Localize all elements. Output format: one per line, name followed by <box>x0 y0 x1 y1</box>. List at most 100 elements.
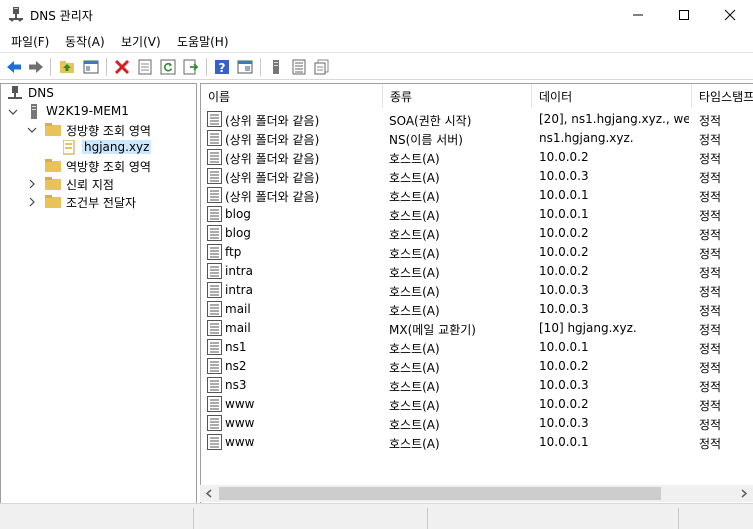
record-row[interactable]: (상위 폴더와 같음) NS(이름 서버) ns1.hgjang.xyz. 정적 <box>201 129 753 148</box>
server-icon <box>273 60 279 74</box>
record-timestamp: 정적 <box>699 247 722 261</box>
zone-list-button[interactable] <box>289 57 309 77</box>
scroll-right-icon[interactable] <box>740 489 748 498</box>
record-data: 10.0.0.2 <box>539 245 589 259</box>
record-type: 호스트(A) <box>389 361 440 375</box>
window-title: DNS 관리자 <box>30 9 93 23</box>
record-timestamp: 정적 <box>699 171 722 185</box>
record-timestamp: 정적 <box>699 399 722 413</box>
folder-icon <box>45 123 61 136</box>
toolbar-separator <box>260 58 261 76</box>
record-data: 10.0.0.1 <box>539 207 589 221</box>
folder-icon <box>45 159 61 172</box>
record-data: 10.0.0.1 <box>539 188 589 202</box>
menu-file[interactable]: 파일(F) <box>11 33 49 50</box>
record-data: 10.0.0.1 <box>539 435 589 449</box>
record-row[interactable]: www 호스트(A) 10.0.0.2 정적 <box>201 395 753 414</box>
tree-item-label: 정방향 조회 영역 <box>66 124 151 138</box>
record-data: [10] hgjang.xyz. <box>539 321 637 335</box>
record-data: 10.0.0.1 <box>539 340 589 354</box>
record-row[interactable]: www 호스트(A) 10.0.0.1 정적 <box>201 433 753 452</box>
record-row[interactable]: ns1 호스트(A) 10.0.0.1 정적 <box>201 338 753 357</box>
dns-record-icon <box>207 358 222 374</box>
record-row[interactable]: mail 호스트(A) 10.0.0.3 정적 <box>201 300 753 319</box>
record-timestamp: 정적 <box>699 228 722 242</box>
record-timestamp: 정적 <box>699 190 722 204</box>
help-button[interactable]: ? <box>212 57 232 77</box>
maximize-button[interactable] <box>661 0 707 30</box>
minimize-button[interactable] <box>615 0 661 30</box>
up-button[interactable] <box>57 57 77 77</box>
toolbar-separator <box>50 58 51 76</box>
horizontal-scrollbar[interactable] <box>200 485 753 502</box>
dns-record-icon <box>207 282 222 298</box>
delete-button[interactable] <box>112 57 132 77</box>
export-list-button[interactable] <box>181 57 201 77</box>
close-button[interactable] <box>707 0 753 30</box>
record-row[interactable]: intra 호스트(A) 10.0.0.3 정적 <box>201 281 753 300</box>
tree-item-conditional-forwarders[interactable]: 조건부 전달자 <box>6 193 196 211</box>
forward-button[interactable] <box>26 57 46 77</box>
tree-item-server[interactable]: W2K19-MEM1 <box>6 103 196 121</box>
menu-action[interactable]: 동작(A) <box>65 33 105 50</box>
record-row[interactable]: ns2 호스트(A) 10.0.0.2 정적 <box>201 357 753 376</box>
menu-help[interactable]: 도움말(H) <box>177 33 229 50</box>
tree-item-trust-points[interactable]: 신뢰 지점 <box>6 175 196 193</box>
record-type: 호스트(A) <box>389 247 440 261</box>
record-timestamp: 정적 <box>699 380 722 394</box>
chevron-down-icon[interactable] <box>8 107 18 117</box>
dns-record-icon <box>207 206 222 222</box>
record-type: 호스트(A) <box>389 380 440 394</box>
column-header-timestamp[interactable]: 타임스탬프 <box>692 84 753 108</box>
record-row[interactable]: blog 호스트(A) 10.0.0.2 정적 <box>201 224 753 243</box>
scrollbar-thumb[interactable] <box>219 487 661 500</box>
show-hide-tree-button[interactable] <box>81 57 101 77</box>
record-timestamp: 정적 <box>699 285 722 299</box>
record-row[interactable]: ns3 호스트(A) 10.0.0.3 정적 <box>201 376 753 395</box>
record-type: NS(이름 서버) <box>389 133 463 147</box>
chevron-right-icon[interactable] <box>27 197 37 207</box>
refresh-button[interactable] <box>158 57 178 77</box>
record-button[interactable] <box>312 57 332 77</box>
chevron-right-icon[interactable] <box>27 179 37 189</box>
record-name: intra <box>225 283 253 297</box>
record-row[interactable]: (상위 폴더와 같음) 호스트(A) 10.0.0.2 정적 <box>201 148 753 167</box>
show-hide-tree-icon <box>83 60 99 74</box>
column-header-data[interactable]: 데이터 <box>532 84 692 108</box>
tree-item-dns[interactable]: DNS <box>6 85 196 103</box>
status-bar <box>0 503 753 529</box>
record-data: 10.0.0.2 <box>539 226 589 240</box>
record-type: 호스트(A) <box>389 209 440 223</box>
record-row[interactable]: intra 호스트(A) 10.0.0.2 정적 <box>201 262 753 281</box>
tree-item-zone-hgjang[interactable]: hgjang.xyz <box>6 139 196 157</box>
menu-view[interactable]: 보기(V) <box>121 33 161 50</box>
chevron-down-icon[interactable] <box>27 125 37 135</box>
back-button[interactable] <box>4 57 24 77</box>
dns-record-icon <box>207 320 222 336</box>
properties-button[interactable] <box>135 57 155 77</box>
tree-item-reverse-lookup-zones[interactable]: 역방향 조회 영역 <box>6 157 196 175</box>
record-row[interactable]: (상위 폴더와 같음) 호스트(A) 10.0.0.1 정적 <box>201 186 753 205</box>
record-row[interactable]: (상위 폴더와 같음) SOA(권한 시작) [20], ns1.hgjang.xy… <box>201 110 753 129</box>
dns-record-icon <box>207 396 222 412</box>
console-view-button[interactable] <box>235 57 255 77</box>
column-header-type[interactable]: 종류 <box>383 84 532 108</box>
record-row[interactable]: www 호스트(A) 10.0.0.3 정적 <box>201 414 753 433</box>
server-button[interactable] <box>266 57 286 77</box>
dns-record-icon <box>207 301 222 317</box>
record-row[interactable]: (상위 폴더와 같음) 호스트(A) 10.0.0.3 정적 <box>201 167 753 186</box>
record-data: 10.0.0.2 <box>539 264 589 278</box>
scroll-left-icon[interactable] <box>205 489 213 498</box>
record-row[interactable]: mail MX(메일 교환기) [10] hgjang.xyz. 정적 <box>201 319 753 338</box>
console-view-icon <box>237 60 253 74</box>
record-name: (상위 폴더와 같음) <box>225 114 320 128</box>
properties-icon <box>138 59 152 75</box>
record-name: (상위 폴더와 같음) <box>225 171 320 185</box>
record-timestamp: 정적 <box>699 304 722 318</box>
column-header-name[interactable]: 이름 <box>201 84 383 108</box>
dns-record-icon <box>207 415 222 431</box>
record-row[interactable]: ftp 호스트(A) 10.0.0.2 정적 <box>201 243 753 262</box>
record-row[interactable]: blog 호스트(A) 10.0.0.1 정적 <box>201 205 753 224</box>
tree-item-forward-lookup-zones[interactable]: 정방향 조회 영역 <box>6 121 196 139</box>
record-type: MX(메일 교환기) <box>389 323 476 337</box>
